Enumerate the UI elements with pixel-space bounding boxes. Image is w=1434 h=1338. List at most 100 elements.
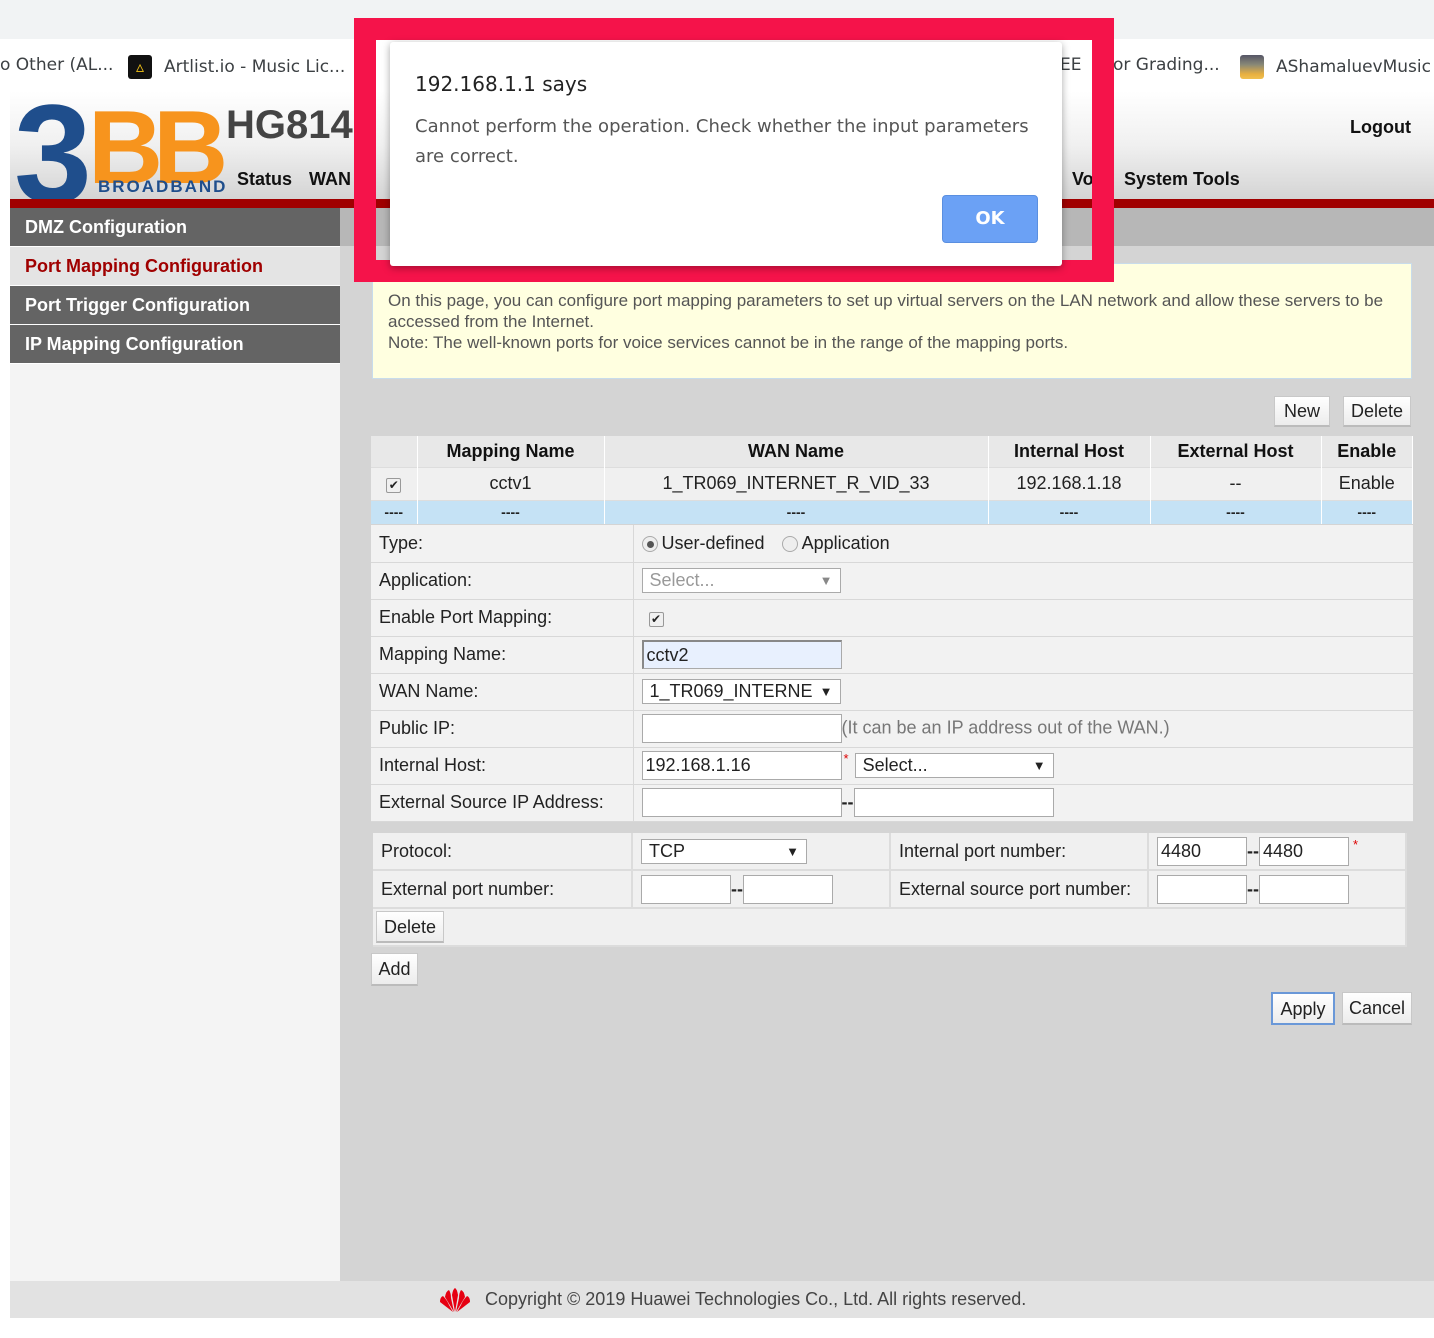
3bb-logo: 3 BB BROADBAND (10, 75, 228, 232)
dialog-ok-button[interactable]: OK (942, 195, 1038, 243)
external-port-end-input[interactable] (743, 874, 833, 904)
external-port-label: External port number: (373, 871, 633, 909)
alert-dialog: 192.168.1.1 says Cannot perform the oper… (390, 42, 1062, 266)
form-row-mapping-name: Mapping Name: cctv2 (371, 636, 1413, 674)
mapping-name-label: Mapping Name: (371, 636, 634, 674)
internal-host-select-value: Select... (862, 755, 928, 775)
range-separator: -- (1247, 840, 1259, 861)
internal-port-end-input[interactable]: 4480 (1259, 836, 1349, 866)
ext-src-ip-end-input[interactable] (853, 788, 1054, 817)
application-select[interactable]: Select... ▼ (641, 568, 841, 593)
enable-port-mapping-checkbox[interactable]: ✔ (648, 612, 664, 627)
cell-placeholder: ---- (371, 499, 418, 524)
form-row-public-ip: Public IP: (It can be an IP address out … (371, 710, 1413, 748)
bookmark-artlist[interactable]: ▵ Artlist.io - Music Lic... (128, 55, 345, 79)
dialog-title: 192.168.1.1 says (415, 72, 588, 96)
cell-enable: Enable (1321, 466, 1413, 500)
add-port-button[interactable]: Add (371, 953, 418, 986)
radio-user-defined[interactable] (641, 536, 658, 552)
form-row-ext-src-ip: External Source IP Address: -- (371, 784, 1413, 822)
radio-user-defined-label: User-defined (661, 532, 765, 553)
port-row-1: Protocol: TCP ▼ Internal port number: 448… (373, 833, 1407, 871)
bookmark-other[interactable]: o Other (AL... (0, 55, 113, 75)
ext-src-ip-start-input[interactable] (641, 788, 842, 817)
ext-src-port-label: External source port number: (891, 871, 1149, 909)
public-ip-label: Public IP: (371, 710, 634, 748)
protocol-select-value: TCP (649, 840, 685, 861)
form-row-wan-name: WAN Name: 1_TR069_INTERNE ▼ (371, 673, 1413, 711)
cell-mapping-name: cctv1 (417, 466, 605, 500)
mapping-table: Mapping Name WAN Name Internal Host Exte… (371, 436, 1413, 524)
application-select-value: Select... (649, 570, 715, 590)
ext-src-port-start-input[interactable] (1157, 874, 1247, 904)
sidebar-item-port-trigger[interactable]: Port Trigger Configuration (10, 286, 340, 325)
sidebar-item-ip-mapping[interactable]: IP Mapping Configuration (10, 325, 340, 364)
row-checkbox[interactable]: ✔ (386, 478, 402, 493)
nav-wan[interactable]: WAN (309, 169, 351, 190)
application-label: Application: (371, 562, 634, 600)
ext-src-ip-label: External Source IP Address: (371, 784, 634, 822)
table-row[interactable]: ✔ cctv1 1_TR069_INTERNET_R_VID_33 192.16… (371, 466, 1413, 500)
wan-name-select[interactable]: 1_TR069_INTERNE ▼ (641, 679, 841, 704)
delete-mapping-button[interactable]: Delete (1343, 396, 1411, 427)
header-enable: Enable (1321, 436, 1413, 467)
chevron-down-icon: ▼ (819, 573, 833, 588)
header-external-host: External Host (1150, 436, 1322, 467)
new-button[interactable]: New (1274, 396, 1330, 427)
info-note: Note: The well-known ports for voice ser… (388, 333, 1069, 352)
copyright-text: Copyright © 2019 Huawei Technologies Co.… (485, 1289, 1027, 1309)
ext-src-port-end-input[interactable] (1259, 874, 1349, 904)
range-separator: -- (841, 792, 854, 812)
bookmark-label: o Other (AL... (0, 55, 114, 75)
mapping-name-input[interactable]: cctv2 (641, 640, 842, 669)
apply-button[interactable]: Apply (1271, 992, 1335, 1025)
delete-port-button[interactable]: Delete (376, 911, 444, 943)
internal-host-label: Internal Host: (371, 747, 634, 785)
enable-label: Enable Port Mapping: (371, 599, 634, 637)
internal-host-input[interactable]: 192.168.1.16 (641, 751, 842, 780)
protocol-select[interactable]: TCP ▼ (641, 838, 807, 864)
range-separator: -- (1247, 878, 1259, 899)
bookmark-label: Artlist.io - Music Lic... (164, 57, 346, 77)
header-select (371, 436, 418, 467)
radio-application[interactable] (781, 536, 798, 552)
internal-port-start-input[interactable]: 4480 (1157, 836, 1247, 866)
sidebar-item-dmz[interactable]: DMZ Configuration (10, 208, 340, 247)
header-internal-host: Internal Host (988, 436, 1151, 467)
info-text: On this page, you can configure port map… (388, 291, 1384, 331)
external-port-start-input[interactable] (641, 874, 731, 904)
chevron-down-icon: ▼ (1032, 758, 1046, 773)
device-model: HG814 (226, 103, 353, 147)
nav-system-tools[interactable]: System Tools (1124, 169, 1240, 190)
bookmark-label: or Grading... (1113, 55, 1220, 75)
cell-placeholder: ---- (1321, 499, 1413, 524)
sidebar-item-port-mapping[interactable]: Port Mapping Configuration (10, 247, 340, 286)
table-row-new[interactable]: ---- ---- ---- ---- ---- ---- (371, 499, 1413, 524)
logo-broadband: BROADBAND (98, 177, 228, 196)
cell-external-host: -- (1150, 466, 1322, 500)
form-row-internal-host: Internal Host: 192.168.1.16 * Select... ▼ (371, 747, 1413, 785)
required-mark: * (843, 751, 849, 766)
cell-internal-host: 192.168.1.18 (988, 466, 1151, 500)
wan-name-label: WAN Name: (371, 673, 634, 711)
bookmark-ashamaluev[interactable]: AShamaluevMusic |... (1240, 55, 1434, 79)
form-row-type: Type: User-defined Application (371, 525, 1413, 563)
port-row-actions: Delete (373, 909, 1407, 947)
nav-status[interactable]: Status (237, 169, 292, 190)
public-ip-input[interactable] (641, 714, 842, 743)
form-row-application: Application: Select... ▼ (371, 562, 1413, 600)
dialog-message: Cannot perform the operation. Check whet… (415, 116, 1029, 167)
main-content: On this page, you can configure port map… (340, 246, 1434, 1281)
form-row-enable: Enable Port Mapping: ✔ (371, 599, 1413, 637)
table-header: Mapping Name WAN Name Internal Host Exte… (371, 436, 1413, 467)
internal-host-select[interactable]: Select... ▼ (854, 753, 1054, 778)
cell-placeholder: ---- (417, 499, 605, 524)
cell-wan-name: 1_TR069_INTERNET_R_VID_33 (604, 466, 989, 500)
mapping-form: Type: User-defined Application Applicati… (371, 525, 1413, 822)
logout-link[interactable]: Logout (1350, 117, 1411, 138)
chevron-down-icon: ▼ (786, 843, 799, 859)
required-mark: * (1353, 836, 1359, 852)
bookmark-grading[interactable]: or Grading... (1113, 55, 1220, 75)
sidebar: DMZ Configuration Port Mapping Configura… (10, 208, 340, 1281)
cancel-button[interactable]: Cancel (1342, 992, 1412, 1025)
